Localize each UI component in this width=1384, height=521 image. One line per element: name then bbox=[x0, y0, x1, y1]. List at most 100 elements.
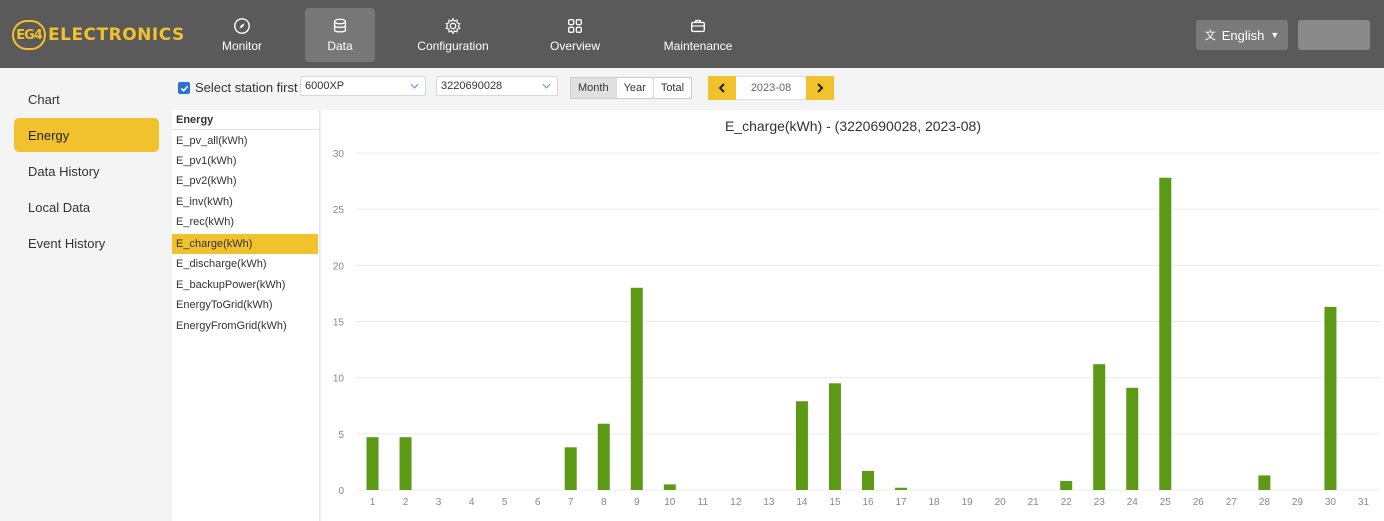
sidebar-item-event-history[interactable]: Event History bbox=[14, 226, 159, 260]
x-tick-label: 21 bbox=[1028, 497, 1040, 508]
series-list-header: Energy bbox=[172, 110, 320, 130]
select-station-checkbox[interactable] bbox=[178, 82, 190, 94]
x-tick-label: 1 bbox=[370, 497, 376, 508]
x-tick-label: 5 bbox=[502, 497, 508, 508]
chart-area: E_charge(kWh) - (3220690028, 2023-08) 05… bbox=[322, 110, 1384, 521]
bar bbox=[1159, 177, 1172, 491]
x-tick-label: 20 bbox=[995, 497, 1007, 508]
bar bbox=[564, 447, 577, 490]
nav-data[interactable]: Data bbox=[305, 8, 375, 62]
nav-label: Monitor bbox=[221, 39, 262, 53]
x-tick-label: 30 bbox=[1325, 497, 1337, 508]
bar bbox=[1093, 364, 1106, 490]
period-segmented-control: Month Year Total bbox=[570, 77, 693, 99]
y-tick-label: 5 bbox=[338, 430, 344, 441]
sidebar-item-local-data[interactable]: Local Data bbox=[14, 190, 159, 224]
sidebar-item-label: Local Data bbox=[28, 199, 91, 215]
series-item-selected[interactable]: E_charge(kWh) bbox=[172, 234, 318, 254]
x-tick-label: 23 bbox=[1094, 497, 1106, 508]
series-item[interactable]: E_backupPower(kWh) bbox=[172, 275, 318, 295]
period-month-button[interactable]: Month bbox=[571, 78, 617, 98]
sidebar: Chart Energy Data History Local Data Eve… bbox=[0, 68, 172, 521]
sidebar-item-chart[interactable]: Chart bbox=[14, 82, 159, 116]
select-station-label: Select station first bbox=[195, 80, 298, 95]
chevron-right-icon bbox=[817, 83, 824, 93]
language-label: English bbox=[1221, 27, 1265, 43]
nav-configuration[interactable]: Configuration bbox=[410, 8, 496, 62]
series-item[interactable]: EnergyToGrid(kWh) bbox=[172, 295, 318, 315]
grid-icon bbox=[568, 19, 582, 33]
bar bbox=[663, 484, 676, 490]
x-tick-label: 18 bbox=[929, 497, 941, 508]
check-icon bbox=[180, 85, 188, 92]
translate-icon: 文 bbox=[1204, 30, 1216, 42]
period-total-button[interactable]: Total bbox=[654, 78, 691, 98]
chevron-left-icon bbox=[718, 83, 725, 93]
nav-monitor[interactable]: Monitor bbox=[210, 8, 274, 62]
series-item[interactable]: E_pv1(kWh) bbox=[172, 151, 318, 171]
top-navigation-bar: EG4 ELECTRONICS Monitor Data Configurati… bbox=[0, 0, 1384, 68]
series-item[interactable]: E_discharge(kWh) bbox=[172, 254, 318, 274]
period-year-button[interactable]: Year bbox=[617, 78, 654, 98]
x-tick-label: 4 bbox=[469, 497, 475, 508]
date-value[interactable]: 2023-08 bbox=[736, 76, 806, 100]
x-tick-label: 8 bbox=[601, 497, 607, 508]
filter-toolbar: Select station first 6000XP 3220690028 M… bbox=[172, 68, 1384, 108]
database-icon bbox=[333, 18, 347, 33]
y-tick-label: 25 bbox=[333, 205, 345, 216]
bar bbox=[895, 487, 908, 490]
x-tick-label: 7 bbox=[568, 497, 574, 508]
station-value: 6000XP bbox=[305, 80, 345, 92]
y-tick-label: 0 bbox=[338, 486, 344, 497]
x-tick-label: 22 bbox=[1061, 497, 1073, 508]
series-item[interactable]: EnergyFromGrid(kWh) bbox=[172, 316, 318, 336]
x-tick-label: 19 bbox=[962, 497, 974, 508]
sidebar-item-label: Energy bbox=[28, 127, 70, 143]
next-date-button[interactable] bbox=[806, 76, 834, 100]
device-select[interactable]: 3220690028 bbox=[436, 76, 558, 96]
series-list-panel: Energy E_pv_all(kWh) E_pv1(kWh) E_pv2(kW… bbox=[172, 110, 320, 521]
bar bbox=[399, 437, 412, 490]
bar bbox=[1126, 387, 1139, 490]
bar bbox=[862, 470, 874, 490]
x-tick-label: 26 bbox=[1193, 497, 1205, 508]
y-tick-label: 10 bbox=[333, 374, 345, 385]
x-tick-label: 11 bbox=[698, 497, 709, 508]
nav-label: Overview bbox=[549, 39, 600, 53]
sidebar-item-data-history[interactable]: Data History bbox=[14, 154, 159, 188]
series-item[interactable]: E_rec(kWh) bbox=[172, 212, 318, 232]
y-tick-label: 30 bbox=[333, 149, 345, 160]
x-tick-label: 16 bbox=[862, 497, 874, 508]
sidebar-item-label: Event History bbox=[28, 235, 106, 251]
user-menu-button[interactable] bbox=[1298, 20, 1370, 50]
bar bbox=[828, 383, 841, 490]
sidebar-item-energy[interactable]: Energy bbox=[14, 118, 159, 152]
x-tick-label: 25 bbox=[1160, 497, 1172, 508]
gear-icon bbox=[445, 17, 461, 35]
nav-overview[interactable]: Overview bbox=[540, 8, 610, 62]
bar bbox=[597, 423, 610, 490]
x-tick-label: 6 bbox=[535, 497, 541, 508]
station-select[interactable]: 6000XP bbox=[300, 76, 426, 96]
nav-maintenance[interactable]: Maintenance bbox=[655, 8, 741, 62]
x-tick-label: 29 bbox=[1292, 497, 1304, 508]
previous-date-button[interactable] bbox=[708, 76, 736, 100]
series-item[interactable]: E_inv(kWh) bbox=[172, 192, 318, 212]
bar bbox=[1324, 306, 1337, 490]
series-item[interactable]: E_pv_all(kWh) bbox=[172, 131, 318, 151]
bar bbox=[366, 437, 379, 490]
brand-logo[interactable]: EG4 ELECTRONICS bbox=[12, 20, 185, 50]
y-tick-label: 20 bbox=[333, 261, 345, 272]
sidebar-item-label: Data History bbox=[28, 163, 100, 179]
x-tick-label: 2 bbox=[403, 497, 409, 508]
x-tick-label: 9 bbox=[634, 497, 640, 508]
language-selector[interactable]: 文 English ▼ bbox=[1196, 20, 1288, 50]
series-item[interactable]: E_pv2(kWh) bbox=[172, 171, 318, 191]
x-tick-label: 14 bbox=[796, 497, 808, 508]
logo-badge: EG4 bbox=[12, 20, 46, 50]
device-value: 3220690028 bbox=[441, 80, 503, 92]
x-tick-label: 17 bbox=[895, 497, 907, 508]
nav-label: Configuration bbox=[417, 39, 489, 53]
bar bbox=[1060, 481, 1073, 490]
x-tick-label: 13 bbox=[763, 497, 775, 508]
